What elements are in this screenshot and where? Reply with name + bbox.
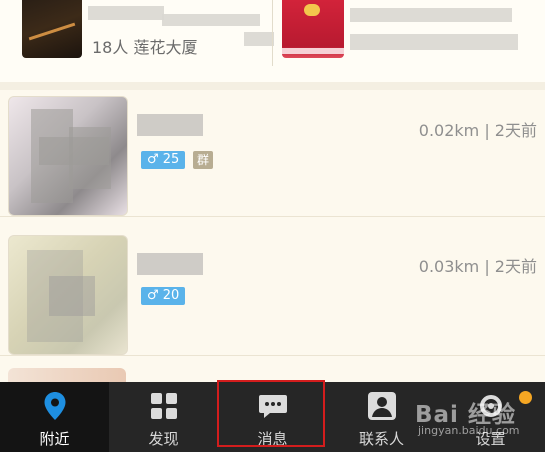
gender-age-badge: ♂ 25 [141, 151, 186, 169]
section-separator [0, 82, 545, 90]
tab-discover[interactable]: 发现 [109, 382, 218, 452]
tab-label: 附近 [39, 430, 70, 448]
distance-time: 0.03km | 2天前 [418, 257, 537, 276]
highlight-box [217, 380, 325, 447]
grid-icon [151, 393, 177, 419]
distance-time: 0.02km | 2天前 [418, 121, 537, 140]
notification-dot [519, 391, 532, 404]
group-thumbnail-red [282, 0, 344, 58]
group-name-redacted [350, 8, 512, 22]
group-row[interactable]: 18人 莲花大厦 [0, 0, 545, 83]
divider [272, 0, 273, 66]
nickname-redacted [137, 253, 203, 275]
avatar [8, 96, 128, 216]
group-subtitle: 18人 莲花大厦 [92, 38, 198, 57]
location-pin-icon [44, 392, 66, 420]
tab-nearby[interactable]: 附近 [0, 382, 109, 452]
redacted-block [244, 32, 274, 46]
avatar [8, 235, 128, 355]
group-desc-redacted [350, 34, 518, 50]
watermark-url: jingyan.baidu.com [418, 424, 520, 437]
gender-age-badge: ♂ 20 [141, 287, 186, 305]
list-item[interactable]: 0.03km | 2天前 ♂ 20 [0, 229, 545, 356]
nickname-redacted [137, 114, 203, 136]
tab-label: 发现 [148, 430, 179, 448]
group-name-redacted [162, 14, 260, 26]
contacts-icon [368, 392, 396, 420]
group-badge: 群 [193, 151, 213, 169]
group-name-redacted [88, 6, 164, 20]
list-item[interactable]: 0.02km | 2天前 ♂ 25 [0, 90, 545, 217]
group-thumbnail [22, 0, 82, 58]
